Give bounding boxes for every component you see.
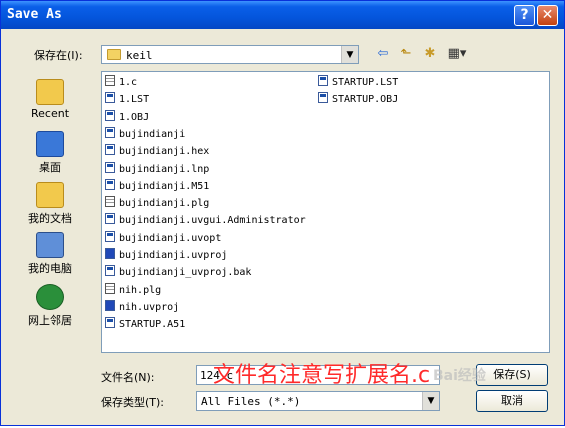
close-button[interactable]: ✕ [537, 5, 558, 26]
file-name: STARTUP.OBJ [332, 94, 399, 106]
save-button[interactable]: 保存(S) [476, 364, 548, 386]
file-name: bujindianji.lnp [119, 163, 210, 175]
place-label: 我的电脑 [28, 262, 72, 275]
file-icon [318, 75, 328, 86]
file-item[interactable]: 1.c [105, 75, 137, 89]
file-item[interactable]: 1.OBJ [105, 109, 150, 124]
file-item[interactable]: bujindianji.lnp [105, 161, 210, 176]
desktop-icon [36, 131, 64, 157]
text-file-icon [105, 196, 115, 208]
place-desktop[interactable]: 桌面 [19, 131, 81, 175]
help-button[interactable]: ? [514, 5, 535, 26]
window-title: Save As [7, 7, 62, 22]
folder-icon [107, 49, 121, 60]
file-name: nih.uvproj [119, 301, 180, 313]
view-menu-icon[interactable]: ▦▾ [445, 45, 469, 63]
file-name: bujindianji.M51 [119, 180, 210, 192]
file-name: 1.c [119, 77, 138, 88]
file-name: nih.plg [119, 284, 162, 296]
back-arrow-icon[interactable]: ⇦ [375, 45, 391, 63]
computer-icon [36, 232, 64, 258]
place-my-documents[interactable]: 我的文档 [19, 182, 81, 226]
file-icon [105, 126, 115, 138]
file-icon [105, 317, 115, 329]
place-recent[interactable]: Recent [19, 79, 81, 120]
file-name: STARTUP.A51 [119, 319, 186, 331]
file-icon [105, 144, 115, 156]
network-globe-icon [36, 284, 64, 310]
place-label: 桌面 [39, 161, 61, 174]
file-name-label: 文件名(N): [101, 371, 155, 384]
file-icon [105, 213, 115, 225]
file-item[interactable]: bujindianji.uvproj [105, 248, 227, 262]
file-name: bujindianji.hex [119, 146, 210, 158]
file-item[interactable]: nih.uvproj [105, 299, 180, 314]
place-my-computer[interactable]: 我的电脑 [19, 232, 81, 276]
new-folder-icon[interactable]: ✱ [421, 45, 439, 63]
file-list[interactable]: 1.c 1.LST 1.OBJ bujindianji bujindianji.hex b… [101, 71, 550, 353]
save-in-label: 保存在(I): [34, 49, 83, 62]
file-icon [105, 92, 115, 104]
file-item[interactable]: bujindianji_uvproj.bak [105, 265, 251, 279]
file-item[interactable]: bujindianji.plg [105, 196, 209, 210]
place-label: Recent [30, 107, 70, 120]
text-file-icon [105, 75, 115, 86]
file-item[interactable]: STARTUP.LST [318, 75, 398, 89]
file-type-label: 保存类型(T): [101, 396, 165, 409]
file-type-dropdown[interactable]: All Files (*.*) ▼ [196, 391, 440, 411]
file-name: bujindianji.uvgui.Administrator [119, 215, 306, 227]
documents-folder-icon [36, 182, 64, 208]
file-name: 1.LST [119, 94, 150, 106]
file-name: bujindianji.uvproj [119, 250, 228, 261]
up-folder-icon[interactable]: ⬑ [397, 45, 415, 63]
file-item[interactable]: bujindianji.M51 [105, 178, 210, 193]
project-file-icon [105, 248, 115, 259]
file-item[interactable]: bujindianji.uvopt [105, 230, 222, 245]
file-item[interactable]: nih.plg [105, 282, 162, 297]
file-item[interactable]: bujindianji.hex [105, 144, 209, 158]
file-icon [105, 265, 115, 277]
annotation-text: 文件名注意写扩展名.c [213, 363, 431, 388]
file-icon [105, 161, 115, 173]
file-icon [105, 178, 115, 190]
text-file-icon [105, 282, 115, 294]
save-in-value: keil [126, 49, 153, 62]
title-bar: Save As ? ✕ [1, 1, 564, 29]
chevron-down-icon[interactable]: ▼ [422, 392, 439, 410]
file-item[interactable]: bujindianji [105, 126, 186, 141]
file-item[interactable]: STARTUP.OBJ [318, 92, 398, 106]
file-item[interactable]: 1.LST [105, 92, 149, 106]
save-as-dialog: Save As ? ✕ 保存在(I): keil ▼ ⇦ ⬑ ✱ ▦▾ Rece… [0, 0, 565, 426]
file-name: 1.OBJ [119, 111, 150, 123]
file-item[interactable]: bujindianji.uvgui.Administrator [105, 213, 306, 227]
chevron-down-icon[interactable]: ▼ [341, 46, 358, 63]
cancel-button[interactable]: 取消 [476, 390, 548, 412]
save-in-dropdown[interactable]: keil ▼ [101, 45, 359, 64]
place-label: 我的文档 [28, 212, 72, 225]
file-name: STARTUP.LST [332, 77, 399, 88]
file-item[interactable]: STARTUP.A51 [105, 317, 185, 331]
file-type-value: All Files (*.*) [201, 395, 301, 408]
file-icon [318, 92, 328, 104]
place-label: 网上邻居 [28, 314, 72, 327]
recent-folder-icon [36, 79, 64, 105]
file-name: bujindianji.uvopt [119, 232, 222, 244]
project-file-icon [105, 299, 115, 311]
file-icon [105, 109, 115, 121]
file-name: bujindianji_uvproj.bak [119, 267, 252, 279]
place-network[interactable]: 网上邻居 [19, 284, 81, 328]
watermark-text: Bai经验 [433, 368, 486, 384]
file-name: bujindianji [119, 128, 186, 140]
file-name: bujindianji.plg [119, 198, 210, 210]
file-icon [105, 230, 115, 242]
